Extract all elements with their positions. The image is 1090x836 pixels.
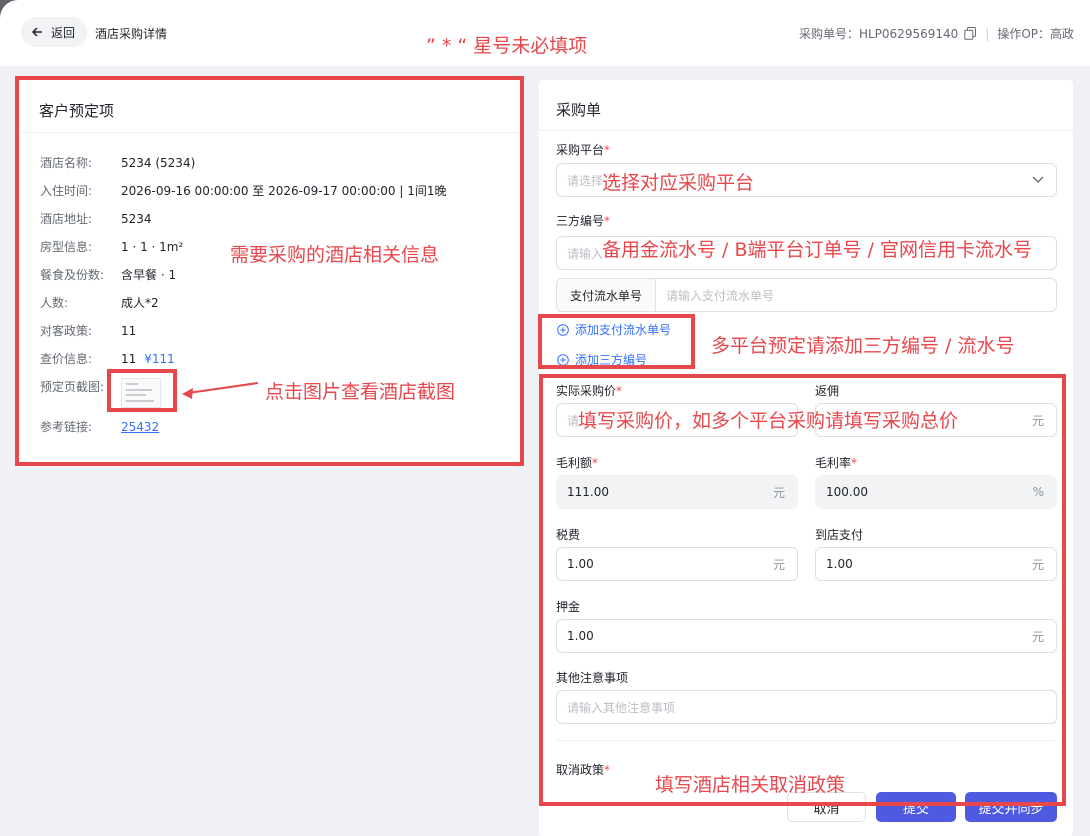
operator: 操作OP：高政 [997, 27, 1074, 41]
annotation-third-no: 备用金流水号 / B端平台订单号 / 官网信用卡流水号 [602, 239, 1032, 261]
annotation-hotel-info: 需要采购的酒店相关信息 [230, 244, 440, 266]
divider: | [985, 26, 990, 41]
header-meta: 采购单号：HLP0629569140 | 操作OP：高政 [799, 25, 1074, 42]
page-title: 酒店采购详情 [95, 27, 168, 41]
third-no-label: 三方编号* [556, 214, 611, 228]
pay-serial-prefix: 支付流水单号 [557, 279, 657, 311]
annotation-platform: 选择对应采购平台 [602, 172, 755, 194]
annotation-price: 填写采购价，如多个平台采购请填写采购总价 [578, 410, 959, 432]
arrow-annotation-icon [182, 382, 259, 399]
arrow-left-icon [31, 27, 42, 37]
back-button[interactable]: 返回 [21, 17, 87, 47]
annotation-screenshot: 点击图片查看酒店截图 [265, 381, 456, 403]
annotation-box-thumbnail [107, 369, 177, 412]
pay-serial-input[interactable]: 支付流水单号 请输入支付流水单号 [556, 278, 1057, 312]
annotation-box-add-links [538, 314, 695, 369]
annotation-box-price-section [539, 374, 1066, 806]
annotation-box-customer [15, 76, 524, 466]
platform-label: 采购平台* [556, 143, 611, 157]
purchase-number: 采购单号：HLP0629569140 [798, 27, 959, 41]
panel-title-purchase: 采购单 [556, 101, 602, 119]
annotation-cancel: 填写酒店相关取消政策 [655, 774, 846, 796]
copy-icon[interactable] [964, 27, 977, 40]
annotation-multi-platform: 多平台预定请添加三方编号 / 流水号 [711, 335, 1015, 357]
divider [539, 130, 1073, 131]
pay-serial-placeholder: 请输入支付流水单号 [666, 288, 775, 303]
annotation-required: ” * “ 星号未必填项 [426, 35, 588, 57]
chevron-down-icon [1032, 176, 1044, 183]
back-label: 返回 [51, 25, 76, 40]
